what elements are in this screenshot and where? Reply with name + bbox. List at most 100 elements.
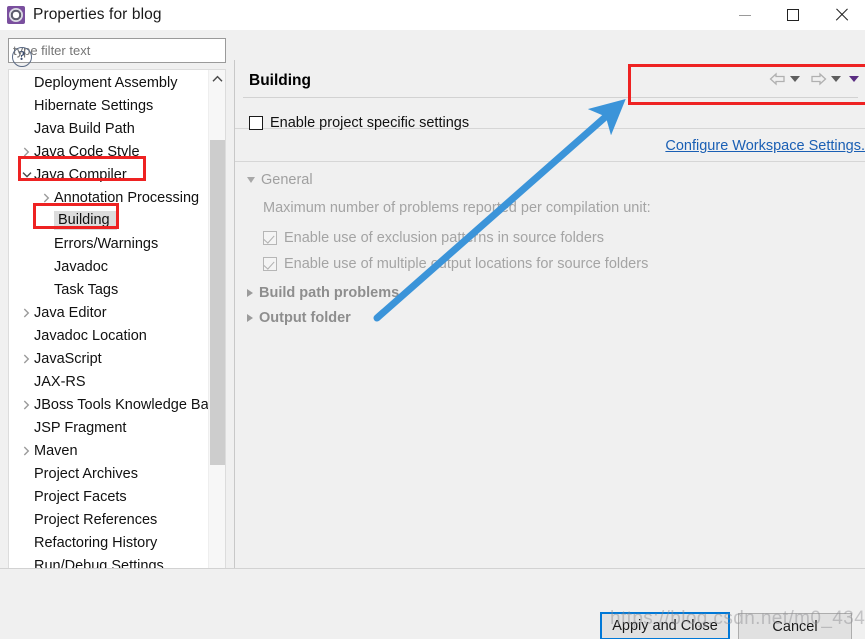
back-arrow-icon[interactable] (767, 70, 787, 88)
tree-item-building[interactable]: Building (9, 209, 214, 232)
tree-item-javascript[interactable]: JavaScript (9, 347, 214, 370)
window-controls (721, 0, 865, 30)
tree-item-label: Project References (34, 511, 158, 528)
tree-item-javadoc[interactable]: Javadoc (9, 255, 214, 278)
tree-item-annotation-processing[interactable]: Annotation Processing (9, 186, 214, 209)
tree-item-deployment-assembly[interactable]: Deployment Assembly (9, 71, 214, 94)
page-title: Building (249, 72, 311, 89)
help-icon[interactable]: ? (12, 47, 32, 67)
section-build-path-problems-label: Build path problems (259, 285, 400, 301)
tree-item-java-compiler[interactable]: Java Compiler (9, 163, 214, 186)
tree-item-errors-warnings[interactable]: Errors/Warnings (9, 232, 214, 255)
tree-item-label: JavaScript (34, 350, 102, 367)
chevron-right-icon[interactable] (19, 393, 34, 416)
tree-item-jboss-tools-knowledge-base[interactable]: JBoss Tools Knowledge Base (9, 393, 224, 416)
tree-item-jsp-fragment[interactable]: JSP Fragment (9, 416, 214, 439)
maximize-icon (787, 9, 799, 21)
tree-item-label: JBoss Tools Knowledge Base (34, 396, 224, 413)
tree-item-label: Hibernate Settings (34, 97, 154, 114)
chevron-right-icon[interactable] (19, 140, 34, 163)
back-history-caret-icon[interactable] (790, 76, 800, 82)
tree-item-jax-rs[interactable]: JAX-RS (9, 370, 214, 393)
tree-item-java-build-path[interactable]: Java Build Path (9, 117, 214, 140)
tree-item-label: Errors/Warnings (54, 235, 159, 252)
chevron-right-icon (247, 314, 253, 322)
tree-scroll-thumb[interactable] (210, 140, 225, 465)
tree-item-label: Java Build Path (34, 120, 135, 137)
project-specific-settings-row[interactable]: Enable project specific settings (249, 110, 858, 136)
chevron-down-icon[interactable] (19, 163, 34, 186)
exclusion-patterns-row[interactable]: Enable use of exclusion patterns in sour… (263, 230, 604, 246)
section-output-folder-label: Output folder (259, 310, 351, 326)
minimize-button[interactable] (721, 0, 769, 30)
tree-item-label: Annotation Processing (54, 189, 200, 206)
exclusion-patterns-label: Enable use of exclusion patterns in sour… (284, 230, 604, 246)
apply-and-close-button[interactable]: Appiy and Close (600, 612, 730, 639)
tree-item-task-tags[interactable]: Task Tags (9, 278, 214, 301)
chevron-right-icon (247, 289, 253, 297)
tree-item-hibernate-settings[interactable]: Hibernate Settings (9, 94, 214, 117)
minimize-icon (739, 14, 751, 16)
section-build-path-problems[interactable]: Build path problems (247, 285, 399, 301)
cancel-button[interactable]: Cancel (738, 613, 852, 639)
scroll-up-icon[interactable] (209, 70, 225, 87)
forward-history-caret-icon[interactable] (831, 76, 841, 82)
tree-item-label: Java Compiler (34, 166, 127, 183)
tree-item-label: Javadoc Location (34, 327, 147, 344)
dialog-body: Deployment Assembly Hibernate Settings Jav… (0, 30, 865, 628)
exclusion-patterns-checkbox[interactable] (263, 231, 277, 245)
view-menu-caret-icon[interactable] (849, 76, 859, 82)
tree-item-maven[interactable]: Maven (9, 439, 214, 462)
multiple-output-locations-label: Enable use of multiple output locations … (284, 256, 649, 272)
tree-item-java-editor[interactable]: Java Editor (9, 301, 214, 324)
maximize-button[interactable] (769, 0, 817, 30)
section-output-folder[interactable]: Output folder (247, 310, 351, 326)
tree-vertical-scrollbar[interactable] (208, 70, 225, 623)
tree-item-project-archives[interactable]: Project Archives (9, 462, 214, 485)
section-general[interactable]: General (247, 172, 313, 188)
tree-item-java-code-style[interactable]: Java Code Style (9, 140, 214, 163)
close-button[interactable] (817, 0, 865, 30)
enable-project-specific-label: Enable project specific settings (270, 115, 470, 131)
enable-project-specific-checkbox[interactable] (249, 116, 263, 130)
tree-item-label: Project Facets (34, 488, 127, 505)
configure-workspace-settings-link[interactable]: Configure Workspace Settings. (665, 138, 865, 154)
chevron-right-icon[interactable] (39, 186, 54, 209)
chevron-right-icon[interactable] (19, 439, 34, 462)
chevron-down-icon (247, 177, 255, 183)
title-bar: Properties for blog (0, 0, 865, 30)
tree-item-javadoc-location[interactable]: Javadoc Location (9, 324, 214, 347)
tree-item-refactoring-history[interactable]: Refactoring History (9, 531, 214, 554)
max-problems-row: Maximum number of problems reported per … (263, 200, 651, 216)
close-icon (834, 8, 848, 22)
settings-tree-list: Deployment Assembly Hibernate Settings Jav… (9, 70, 224, 577)
tree-item-label: Java Editor (34, 304, 107, 321)
section-general-label: General (261, 172, 313, 188)
tree-item-label: Refactoring History (34, 534, 158, 551)
max-problems-label: Maximum number of problems reported per … (263, 200, 651, 216)
tree-item-project-references[interactable]: Project References (9, 508, 214, 531)
multiple-output-locations-checkbox[interactable] (263, 257, 277, 271)
chevron-right-icon[interactable] (19, 347, 34, 370)
filter-input[interactable] (8, 38, 226, 63)
forward-arrow-icon[interactable] (808, 70, 828, 88)
chevron-right-icon[interactable] (19, 301, 34, 324)
tree-item-project-facets[interactable]: Project Facets (9, 485, 214, 508)
multiple-output-locations-row[interactable]: Enable use of multiple output locations … (263, 256, 648, 272)
title-divider (243, 97, 858, 98)
window-title: Properties for blog (33, 6, 162, 23)
settings-tree[interactable]: Deployment Assembly Hibernate Settings Jav… (8, 69, 226, 624)
tree-item-label: Building (54, 211, 117, 230)
